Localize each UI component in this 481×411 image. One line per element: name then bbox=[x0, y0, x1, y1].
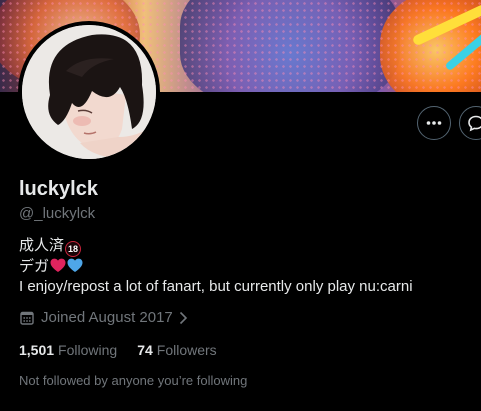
message-icon bbox=[468, 115, 481, 132]
follow-stats: 1,501 Following 74 Followers bbox=[19, 342, 237, 358]
followers-link[interactable]: 74 Followers bbox=[137, 342, 216, 358]
following-link[interactable]: 1,501 Following bbox=[19, 342, 117, 358]
joined-date[interactable]: Joined August 2017 bbox=[19, 309, 188, 326]
message-button[interactable] bbox=[459, 106, 481, 140]
bio-line-3: I enjoy/repost a lot of fanart, but curr… bbox=[19, 278, 413, 295]
avatar-illustration bbox=[22, 25, 156, 159]
bio-text: デガ bbox=[19, 258, 50, 275]
profile-display-name: luckylck bbox=[19, 178, 98, 200]
avatar-frame bbox=[18, 21, 160, 163]
more-dots-icon bbox=[426, 121, 442, 125]
blue-heart-icon bbox=[67, 258, 83, 272]
avatar[interactable] bbox=[22, 25, 156, 159]
adult-18-badge-icon: 18 bbox=[65, 241, 82, 257]
more-button[interactable] bbox=[417, 106, 451, 140]
followers-label: Followers bbox=[156, 342, 217, 358]
red-heart-icon bbox=[50, 258, 66, 272]
chevron-right-icon bbox=[179, 311, 187, 324]
profile-bio: 成人済 18 デガ I enjoy/repost a lot of fanart,… bbox=[19, 236, 413, 297]
following-count: 1,501 bbox=[19, 342, 55, 358]
bio-line-2: デガ bbox=[19, 257, 413, 277]
bio-text: 成人済 bbox=[19, 237, 65, 254]
joined-date-text: Joined August 2017 bbox=[41, 309, 173, 326]
followed-by-info: Not followed by anyone you’re following bbox=[19, 373, 248, 388]
bio-line-1: 成人済 18 bbox=[19, 236, 413, 257]
profile-handle: @_luckylck bbox=[19, 205, 96, 222]
calendar-icon bbox=[20, 311, 34, 325]
followers-count: 74 bbox=[137, 342, 153, 358]
following-label: Following bbox=[58, 342, 118, 358]
